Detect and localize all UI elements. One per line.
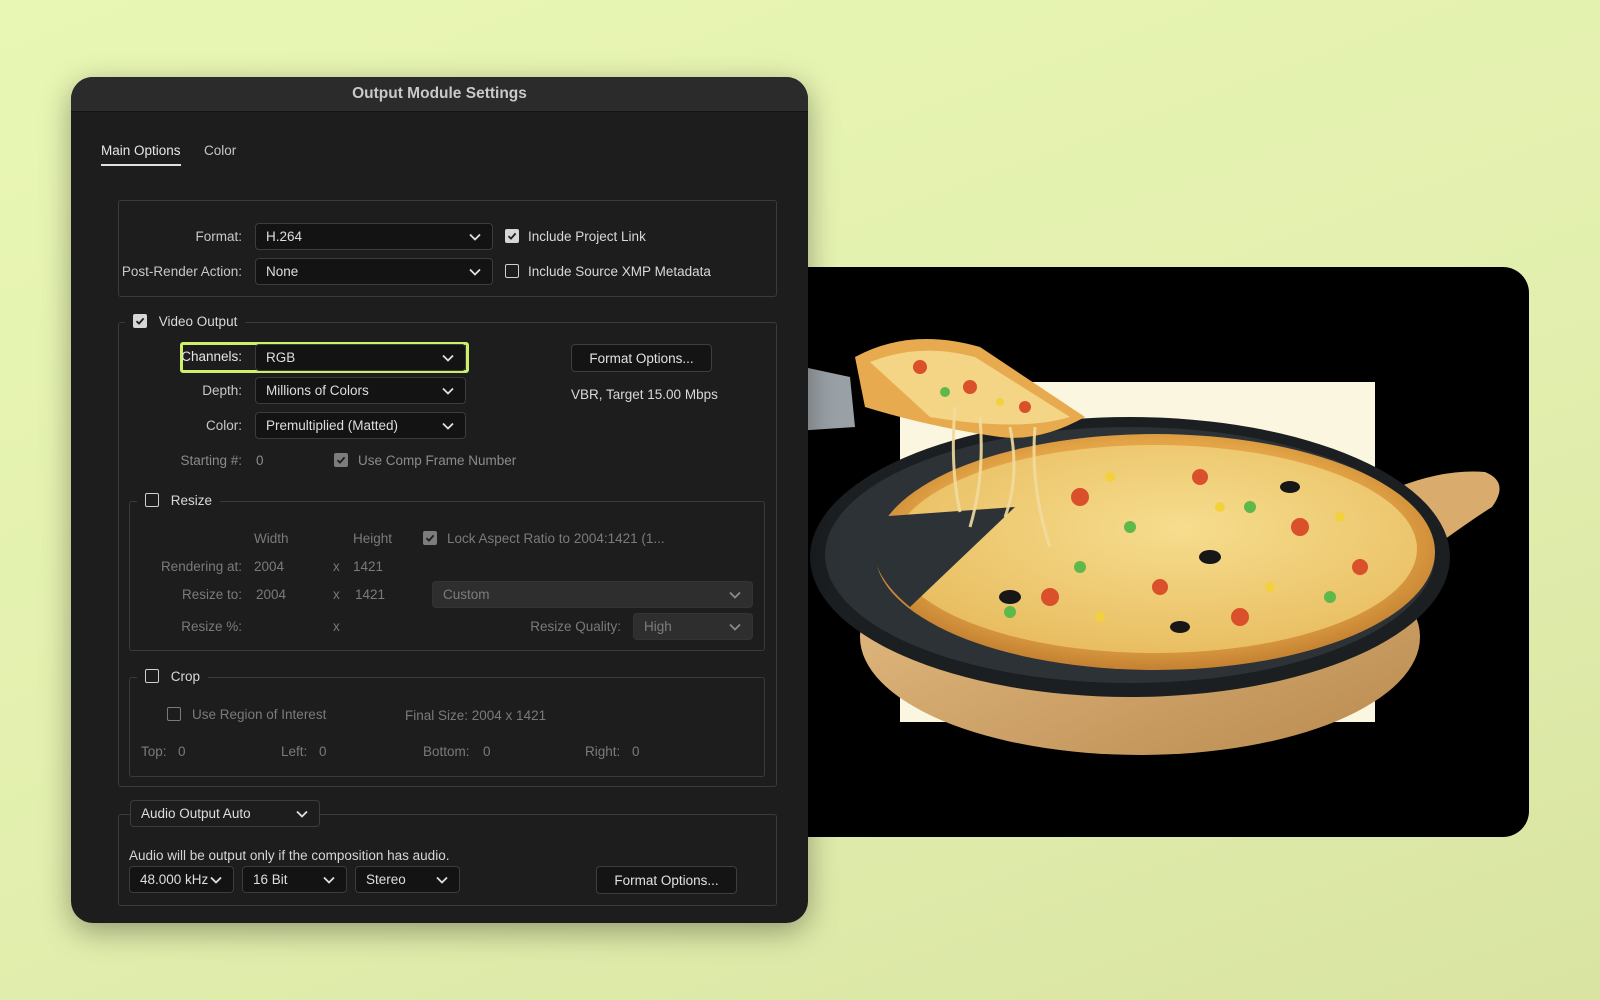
starting-number-value[interactable]: 0 (256, 453, 264, 468)
channels-label: Channels: (181, 349, 242, 364)
chevron-down-icon (728, 588, 742, 602)
rendering-width: 2004 (254, 559, 285, 574)
final-size-text: Final Size: 2004 x 1421 (405, 708, 547, 723)
color-value: Premultiplied (Matted) (266, 418, 399, 433)
rendering-times: x (333, 559, 340, 574)
format-label: Format: (195, 229, 242, 244)
use-comp-frame-label: Use Comp Frame Number (358, 453, 517, 468)
tab-color[interactable]: Color (204, 143, 236, 164)
resize-preset-dropdown[interactable]: Custom (432, 581, 753, 608)
video-output-checkbox[interactable] (133, 314, 147, 329)
tab-main-options[interactable]: Main Options (101, 143, 181, 166)
chevron-down-icon (441, 419, 455, 433)
crop-top-value[interactable]: 0 (178, 744, 186, 759)
crop-top-label: Top: (141, 744, 167, 759)
video-output-title: Video Output (158, 314, 238, 329)
audio-output-dropdown[interactable]: Audio Output Auto (130, 800, 320, 827)
chevron-down-icon (468, 230, 482, 244)
checkmark-icon (336, 456, 346, 464)
include-xmp-checkbox[interactable] (505, 264, 519, 278)
include-project-link-label: Include Project Link (528, 229, 646, 244)
checkmark-icon (507, 232, 517, 240)
chevron-down-icon (441, 384, 455, 398)
resize-preset-value: Custom (443, 587, 490, 602)
audio-channels-value: Stereo (366, 872, 406, 887)
depth-value: Millions of Colors (266, 383, 369, 398)
resize-to-times: x (333, 587, 340, 602)
chevron-down-icon (441, 351, 455, 365)
crop-bottom-value[interactable]: 0 (483, 744, 491, 759)
resize-quality-label: Resize Quality: (530, 619, 621, 634)
crop-group (129, 677, 765, 777)
chevron-down-icon (295, 807, 309, 821)
resize-percent-times: x (333, 619, 340, 634)
app-canvas: Output Module Settings Main Options Colo… (0, 0, 1600, 1000)
crop-right-label: Right: (585, 744, 621, 759)
format-dropdown[interactable]: H.264 (255, 223, 493, 250)
crop-left-label: Left: (281, 744, 308, 759)
format-value: H.264 (266, 229, 303, 244)
crop-bottom-label: Bottom: (423, 744, 470, 759)
depth-dropdown[interactable]: Millions of Colors (255, 377, 466, 404)
include-project-link-checkbox[interactable] (505, 229, 519, 243)
crop-right-value[interactable]: 0 (632, 744, 640, 759)
lock-aspect-label: Lock Aspect Ratio to 2004:1421 (1... (447, 531, 665, 546)
audio-rate-dropdown[interactable]: 48.000 kHz (129, 866, 234, 893)
starting-number-label: Starting #: (180, 453, 242, 468)
resize-checkbox[interactable] (145, 493, 159, 508)
crop-header: Crop (137, 669, 209, 685)
include-xmp-label: Include Source XMP Metadata (528, 264, 711, 279)
chevron-down-icon (322, 873, 336, 887)
use-roi-checkbox[interactable] (167, 707, 181, 721)
audio-output-value: Audio Output Auto (141, 806, 251, 821)
post-render-label: Post-Render Action: (121, 264, 242, 279)
use-comp-frame-checkbox[interactable] (334, 453, 348, 467)
checkmark-icon (135, 318, 145, 326)
chevron-down-icon (435, 873, 449, 887)
resize-to-width[interactable]: 2004 (256, 587, 286, 602)
video-format-options-button[interactable]: Format Options... (571, 344, 712, 372)
preview-panel (780, 267, 1529, 837)
crop-left-value[interactable]: 0 (319, 744, 327, 759)
audio-rate-value: 48.000 kHz (140, 872, 209, 887)
color-dropdown[interactable]: Premultiplied (Matted) (255, 412, 466, 439)
resize-header: Resize (137, 493, 221, 509)
resize-quality-dropdown[interactable]: High (633, 613, 753, 640)
post-render-dropdown[interactable]: None (255, 258, 493, 285)
height-header: Height (353, 531, 393, 546)
audio-channels-dropdown[interactable]: Stereo (355, 866, 460, 893)
rendering-height: 1421 (353, 559, 384, 574)
resize-to-height[interactable]: 1421 (355, 587, 385, 602)
chevron-down-icon (468, 265, 482, 279)
width-header: Width (254, 531, 289, 546)
depth-label: Depth: (202, 383, 242, 398)
video-output-header: Video Output (125, 314, 246, 330)
use-roi-label: Use Region of Interest (192, 707, 327, 722)
channels-dropdown[interactable]: RGB (255, 344, 466, 371)
crop-checkbox[interactable] (145, 669, 159, 684)
lock-aspect-checkbox[interactable] (423, 531, 437, 545)
channels-value: RGB (266, 350, 296, 365)
audio-bits-dropdown[interactable]: 16 Bit (242, 866, 347, 893)
audio-bits-value: 16 Bit (253, 872, 288, 887)
audio-format-options-button[interactable]: Format Options... (596, 866, 737, 894)
chevron-down-icon (209, 873, 223, 887)
chevron-down-icon (728, 620, 742, 634)
resize-title: Resize (170, 493, 213, 508)
dialog-title: Output Module Settings (71, 77, 808, 112)
post-render-value: None (266, 264, 299, 279)
bitrate-text: VBR, Target 15.00 Mbps (571, 387, 718, 402)
rendering-at-label: Rendering at: (160, 559, 242, 574)
pizza-image (780, 339, 1500, 755)
color-label: Color: (205, 418, 242, 433)
audio-note: Audio will be output only if the composi… (129, 848, 450, 863)
crop-title: Crop (170, 669, 201, 684)
resize-quality-value: High (644, 619, 672, 634)
resize-to-label: Resize to: (181, 587, 242, 602)
resize-percent-label: Resize %: (181, 619, 242, 634)
checkmark-icon (425, 534, 435, 542)
output-module-dialog: Output Module Settings Main Options Colo… (71, 77, 808, 923)
